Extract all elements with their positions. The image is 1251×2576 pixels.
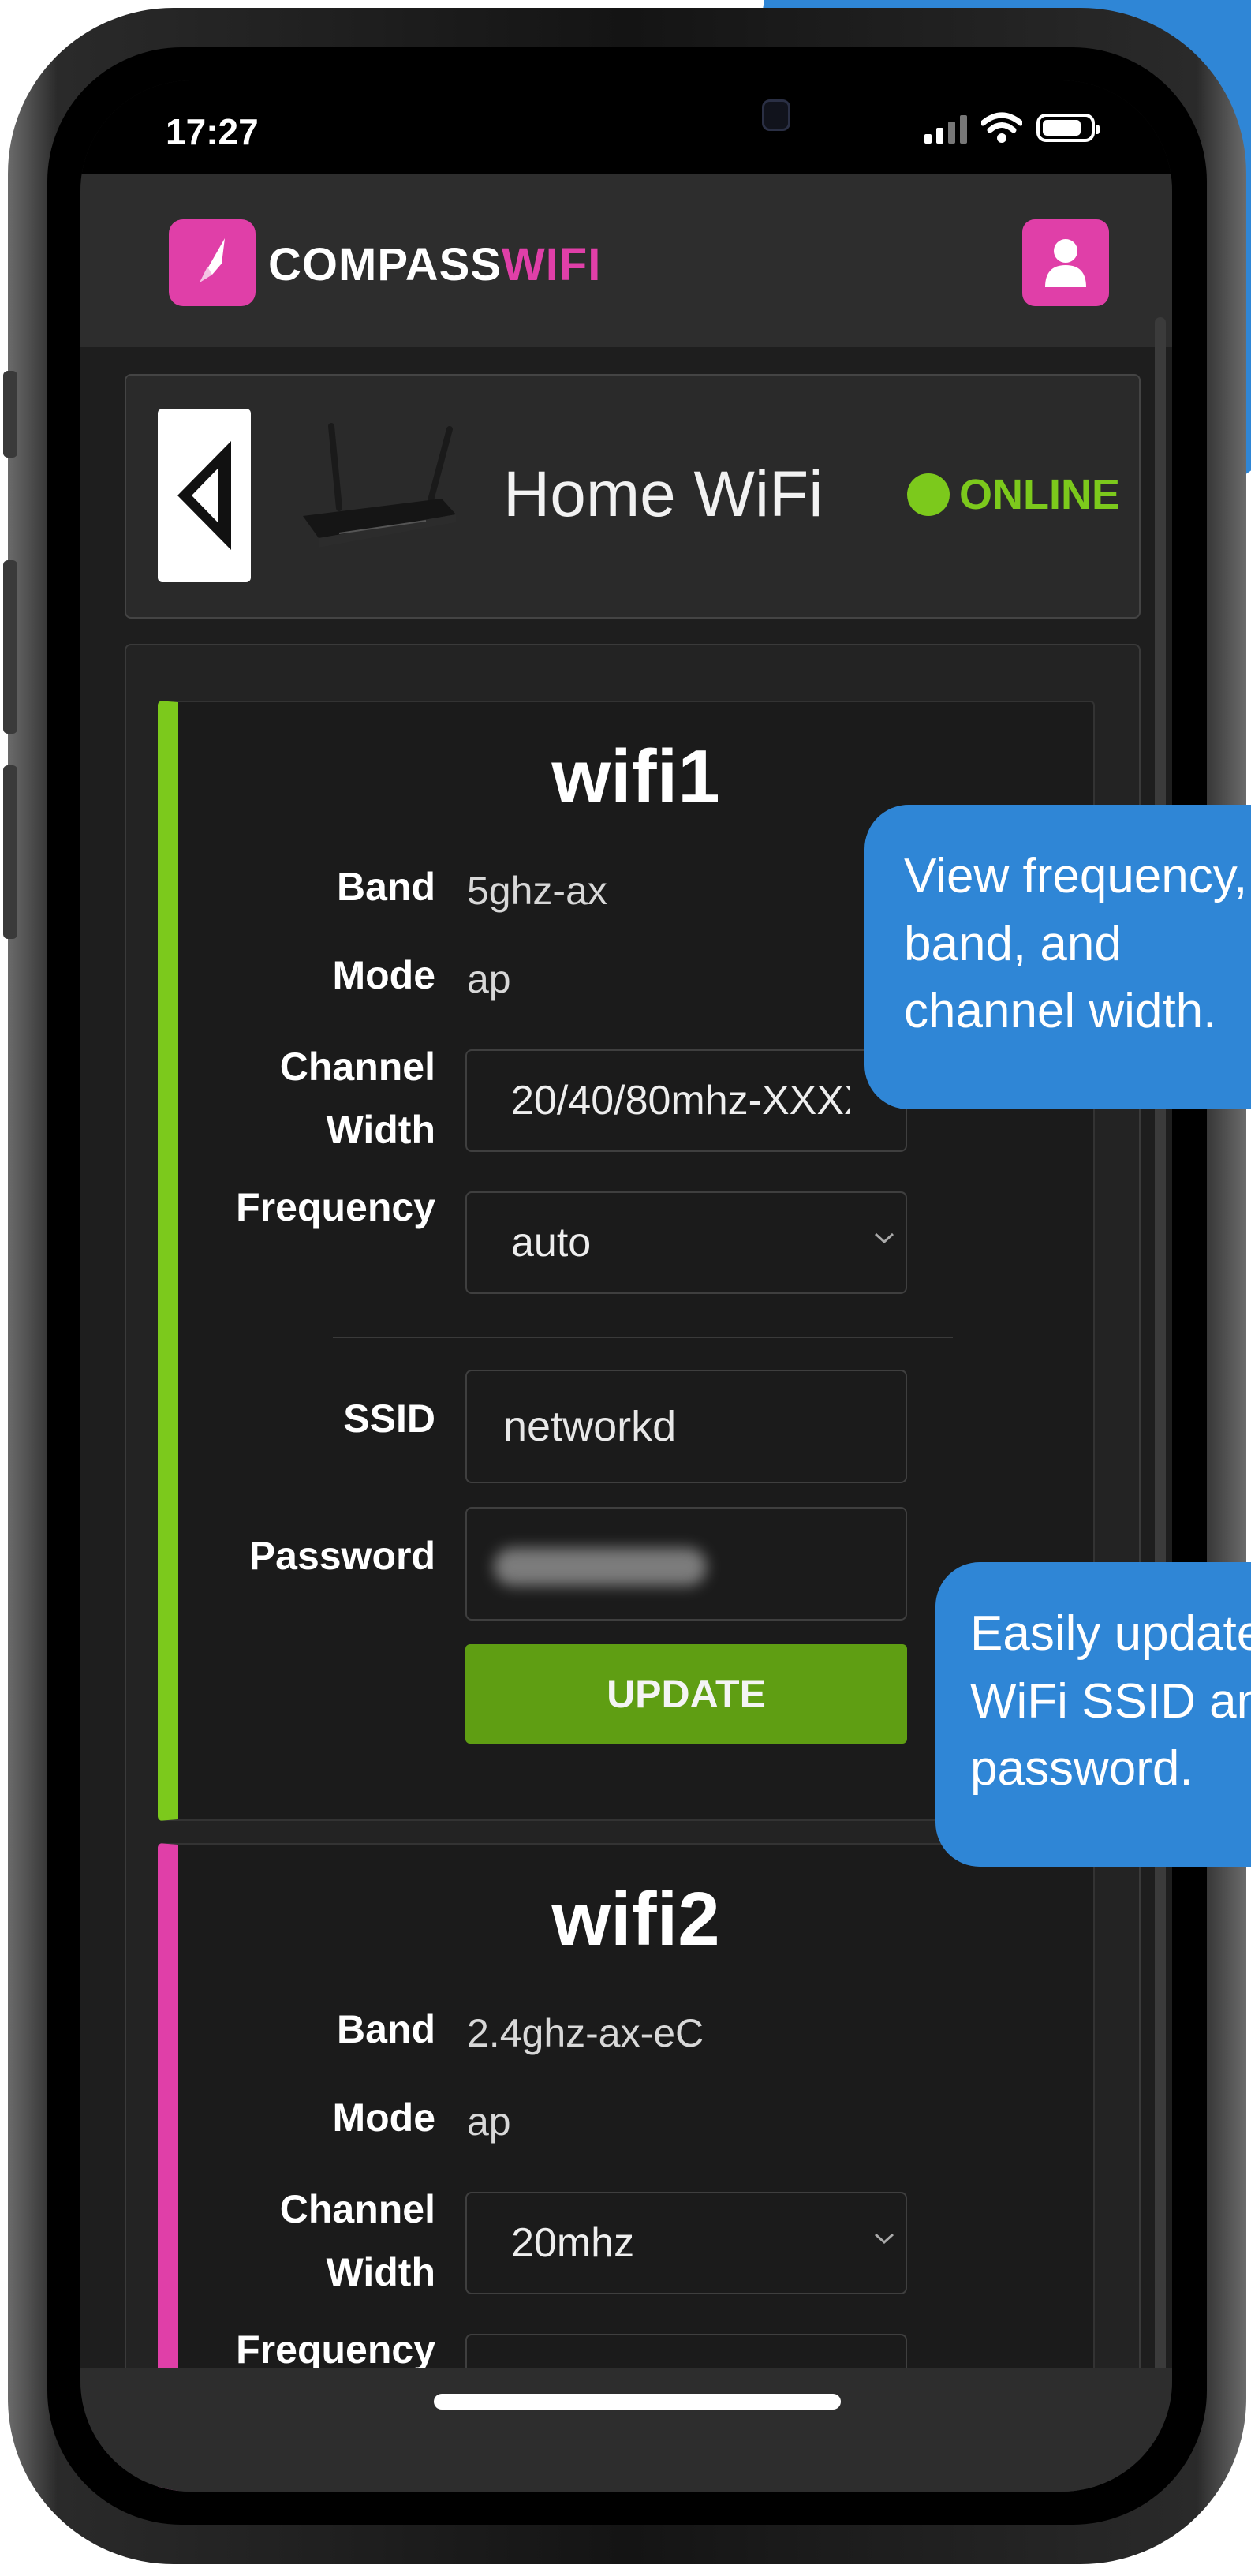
frequency-select[interactable]: auto bbox=[465, 1191, 907, 1294]
mode-label: Mode bbox=[332, 953, 435, 997]
status-dot-icon bbox=[907, 473, 950, 516]
mode-label: Mode bbox=[332, 2096, 435, 2140]
battery-icon bbox=[1036, 114, 1100, 142]
callout-line: View frequency, bbox=[904, 849, 1248, 903]
ssid-input[interactable]: networkd bbox=[465, 1370, 907, 1483]
callout-line: Easily update bbox=[970, 1606, 1251, 1661]
status-text: ONLINE bbox=[959, 471, 1121, 518]
channel-width-label: Channel Width bbox=[280, 1035, 435, 1161]
side-button bbox=[3, 371, 17, 458]
user-icon bbox=[1045, 239, 1086, 287]
divider bbox=[333, 1337, 953, 1338]
password-masked bbox=[494, 1548, 707, 1586]
mode-value: ap bbox=[467, 957, 511, 1001]
channel-width-label: Channel Width bbox=[280, 2178, 435, 2304]
channel-width-select[interactable]: 20/40/80mhz-XXXX bbox=[465, 1049, 907, 1152]
device-card: Home WiFi ONLINE bbox=[125, 374, 1141, 619]
side-button bbox=[3, 560, 17, 734]
channel-width-value: 20mhz bbox=[511, 2220, 635, 2266]
callout-line: WiFi SSID and bbox=[970, 1673, 1251, 1729]
channel-label-line1: Channel bbox=[279, 1045, 435, 1089]
profile-button[interactable] bbox=[1022, 219, 1109, 306]
notch bbox=[341, 80, 909, 175]
update-button[interactable]: UPDATE bbox=[465, 1644, 907, 1744]
callout-line: password. bbox=[970, 1741, 1193, 1796]
logo-text-main: COMPASS bbox=[268, 239, 502, 290]
camera-icon bbox=[762, 99, 790, 131]
status-bar: 17:27 bbox=[80, 80, 1172, 175]
bottom-bar bbox=[80, 2368, 1172, 2492]
channel-width-value: 20/40/80mhz-XXXX bbox=[511, 1078, 850, 1123]
callout-line: channel width. bbox=[904, 984, 1217, 1039]
channel-label-line2: Width bbox=[326, 1108, 435, 1152]
chevron-down-icon bbox=[874, 1232, 894, 1244]
chevron-down-icon bbox=[874, 2233, 894, 2245]
band-value: 2.4ghz-ax-eC bbox=[467, 2011, 704, 2055]
status-icons bbox=[924, 112, 1100, 144]
channel-width-select[interactable]: 20mhz bbox=[465, 2192, 907, 2294]
network-title: wifi2 bbox=[551, 1877, 720, 1961]
wifi-icon bbox=[981, 112, 1022, 143]
band-label: Band bbox=[337, 2007, 435, 2051]
password-label: Password bbox=[248, 1534, 435, 1578]
band-label: Band bbox=[337, 865, 435, 909]
side-button bbox=[3, 765, 17, 939]
logo-text-accent: WIFI bbox=[501, 239, 602, 290]
back-arrow-icon bbox=[177, 441, 231, 550]
app-header: COMPASSWIFI bbox=[80, 174, 1172, 347]
signal-icon bbox=[924, 112, 967, 144]
status-time: 17:27 bbox=[166, 111, 259, 152]
callout-line: band, and bbox=[904, 916, 1122, 971]
frequency-value: auto bbox=[511, 1220, 592, 1266]
frequency-label: Frequency bbox=[236, 1185, 435, 1229]
home-indicator[interactable] bbox=[434, 2394, 841, 2410]
channel-label-line2: Width bbox=[326, 2250, 435, 2294]
mode-value: ap bbox=[467, 2099, 511, 2144]
compass-needle-icon[interactable] bbox=[169, 219, 256, 306]
callout-frequency: View frequency, band, and channel width. bbox=[864, 805, 1251, 1109]
password-input[interactable] bbox=[465, 1507, 907, 1621]
channel-label-line1: Channel bbox=[279, 2187, 435, 2231]
back-button[interactable] bbox=[158, 409, 251, 582]
scrollbar[interactable] bbox=[1155, 317, 1166, 2384]
phone-frame: 17:27 COMPASSWIFI Home WiFi ONLINE wifi1… bbox=[3, 8, 1246, 2564]
status-badge: ONLINE bbox=[907, 470, 1120, 519]
band-value: 5ghz-ax bbox=[467, 869, 607, 913]
screen: 17:27 COMPASSWIFI Home WiFi ONLINE wifi1… bbox=[80, 80, 1172, 2492]
router-icon bbox=[303, 423, 456, 548]
logo-text[interactable]: COMPASSWIFI bbox=[268, 238, 601, 291]
callout-ssid: Easily update WiFi SSID and password. bbox=[935, 1562, 1251, 1867]
ssid-label: SSID bbox=[343, 1396, 435, 1441]
device-name: Home WiFi bbox=[503, 458, 823, 530]
